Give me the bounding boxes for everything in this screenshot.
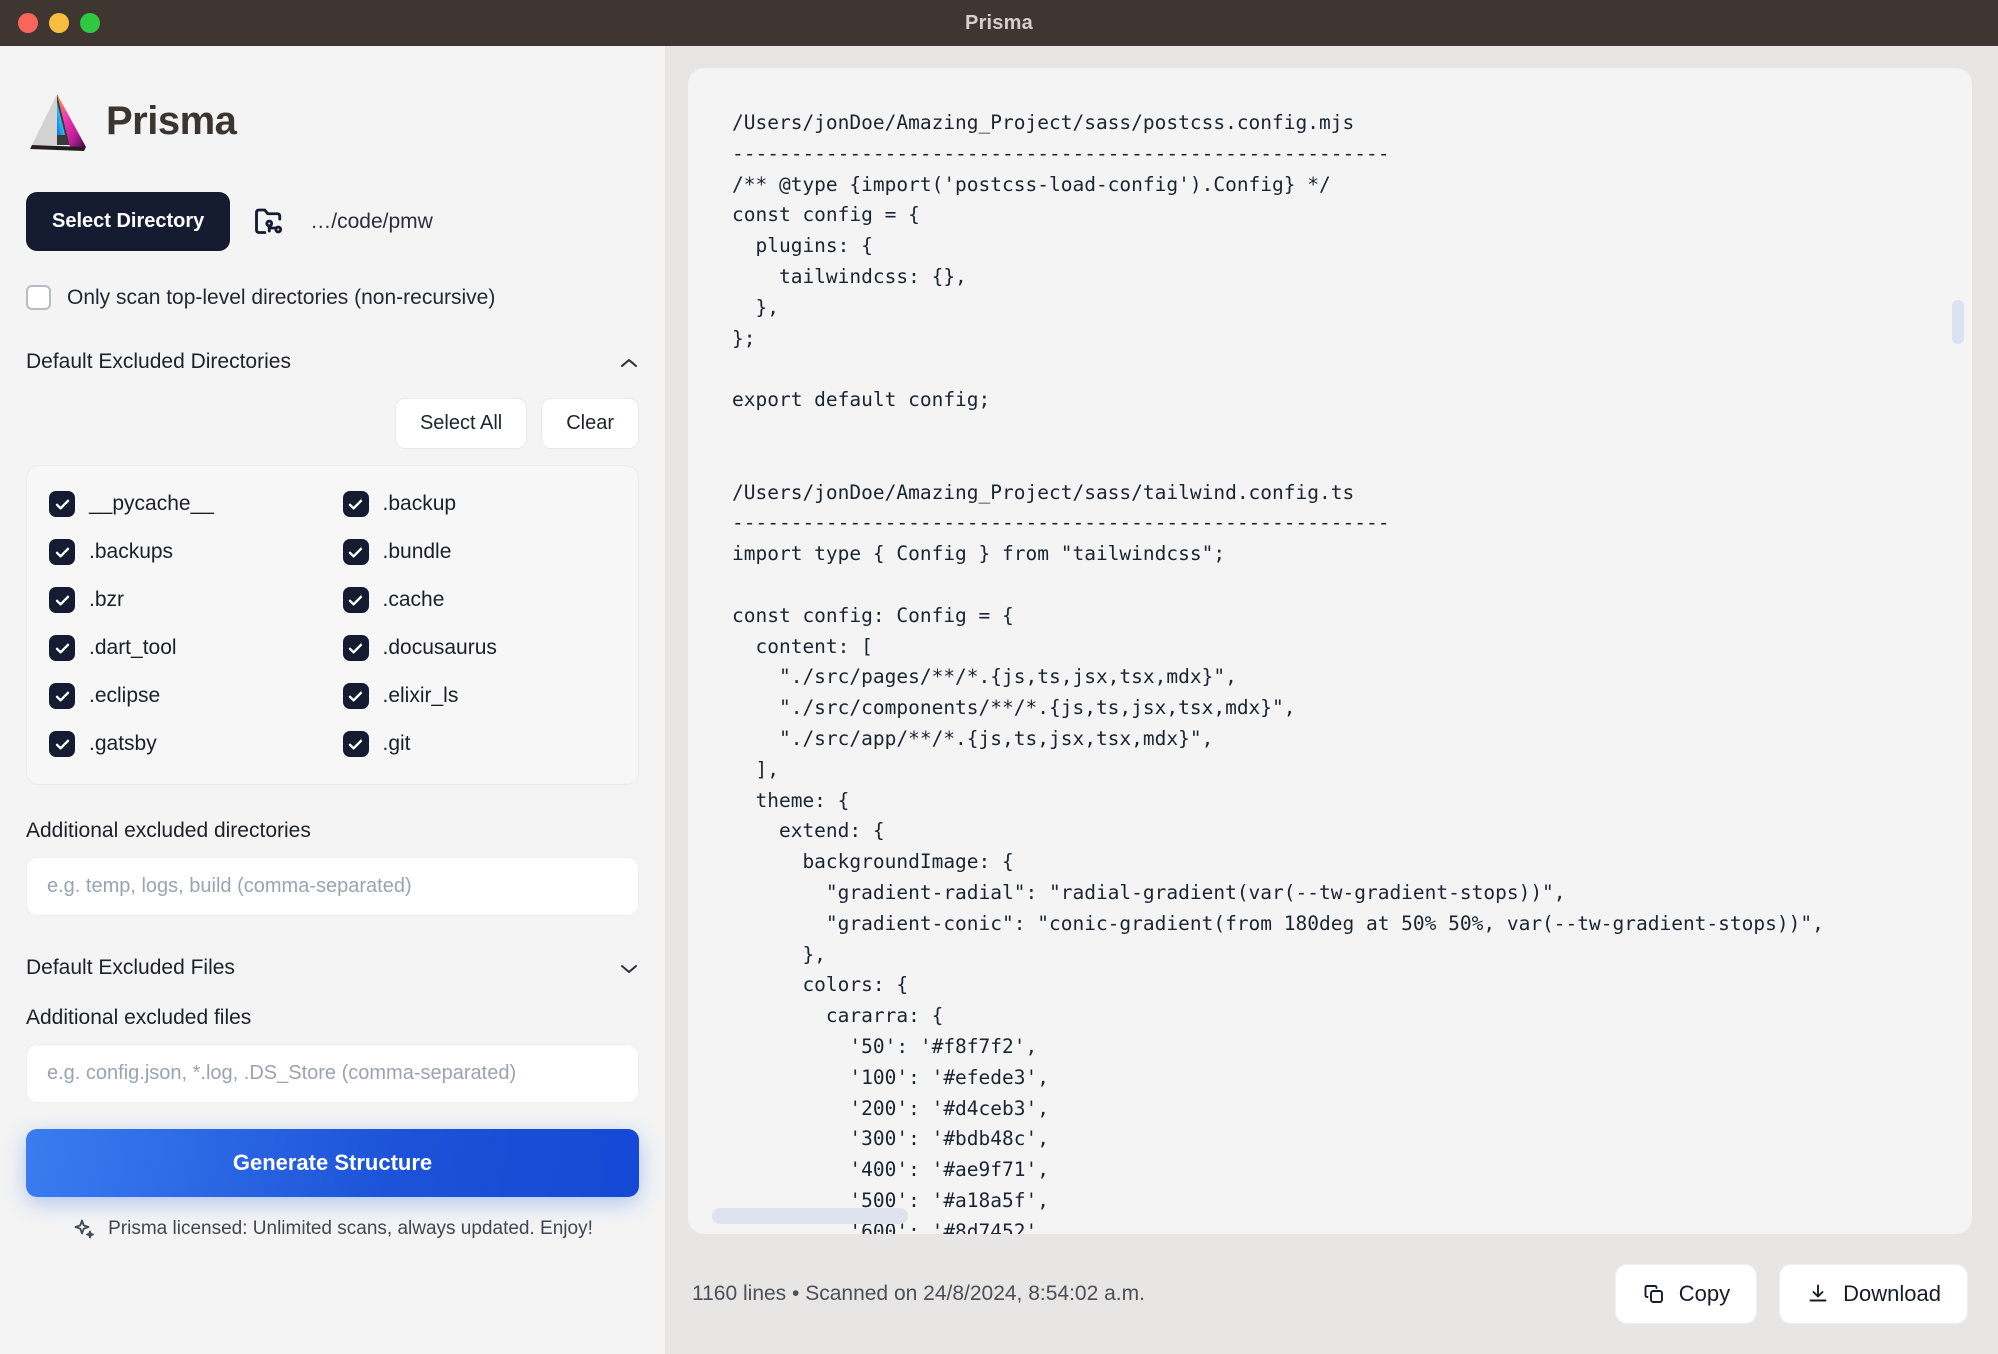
excluded-directory-label: .eclipse (89, 684, 160, 708)
directory-row: Select Directory …/code/pmw (26, 192, 639, 251)
excluded-directory-item[interactable]: .dart_tool (49, 628, 323, 668)
excluded-directories-list: __pycache__ .backup .backups .bundle .bzr .ca… (26, 465, 639, 785)
excluded-directory-checkbox[interactable] (49, 491, 75, 517)
title-bar: Prisma (0, 0, 1998, 46)
output-actions: Copy Download (1615, 1264, 1968, 1324)
copy-button[interactable]: Copy (1615, 1264, 1757, 1324)
excluded-directory-label: .cache (383, 588, 445, 612)
chevron-down-icon[interactable] (619, 962, 639, 974)
code-scroll-region[interactable]: /Users/jonDoe/Amazing_Project/sass/postc… (688, 68, 1972, 1234)
excluded-directories-grid: __pycache__ .backup .backups .bundle .bzr .ca… (49, 484, 616, 764)
excluded-directory-checkbox[interactable] (49, 683, 75, 709)
excluded-directory-checkbox[interactable] (343, 635, 369, 661)
excluded-directory-item[interactable]: .docusaurus (343, 628, 617, 668)
copy-label: Copy (1679, 1281, 1730, 1307)
excluded-directory-item[interactable]: .elixir_ls (343, 676, 617, 716)
excluded-directory-item[interactable]: .gatsby (49, 724, 323, 764)
folder-git-icon (252, 204, 288, 240)
select-directory-button[interactable]: Select Directory (26, 192, 230, 251)
excluded-directory-checkbox[interactable] (343, 491, 369, 517)
download-icon (1806, 1282, 1830, 1306)
excluded-directory-label: .bzr (89, 588, 124, 612)
license-row: Prisma licensed: Unlimited scans, always… (26, 1217, 639, 1241)
excluded-directory-label: .bundle (383, 540, 452, 564)
excluded-directory-checkbox[interactable] (49, 587, 75, 613)
excluded-directory-item[interactable]: .cache (343, 580, 617, 620)
excluded-directory-item[interactable]: .bundle (343, 532, 617, 572)
vertical-scrollbar-thumb[interactable] (1952, 300, 1964, 344)
excluded-directory-item[interactable]: __pycache__ (49, 484, 323, 524)
excluded-files-title: Default Excluded Files (26, 956, 235, 980)
download-label: Download (1843, 1281, 1941, 1307)
window-title: Prisma (0, 12, 1998, 35)
excluded-directory-checkbox[interactable] (49, 731, 75, 757)
excluded-directory-label: .git (383, 732, 411, 756)
excluded-directory-label: .dart_tool (89, 636, 177, 660)
excluded-directory-checkbox[interactable] (343, 731, 369, 757)
excluded-directories-title: Default Excluded Directories (26, 350, 291, 374)
download-button[interactable]: Download (1779, 1264, 1968, 1324)
code-output-text: /Users/jonDoe/Amazing_Project/sass/postc… (732, 108, 1972, 1234)
top-level-only-checkbox[interactable] (26, 285, 51, 310)
selected-directory-path: …/code/pmw (310, 210, 433, 234)
main-panel: /Users/jonDoe/Amazing_Project/sass/postc… (666, 46, 1998, 1354)
excluded-directory-checkbox[interactable] (49, 635, 75, 661)
sparkle-icon (72, 1217, 96, 1241)
sidebar: Prisma Select Directory …/code/pmw (0, 46, 666, 1354)
prisma-logo-icon (26, 90, 92, 152)
scan-status-text: 1160 lines • Scanned on 24/8/2024, 8:54:… (692, 1282, 1145, 1306)
top-level-only-label: Only scan top-level directories (non-rec… (67, 286, 495, 310)
excluded-directory-label: .backups (89, 540, 173, 564)
additional-files-label: Additional excluded files (26, 1006, 639, 1030)
excluded-directory-checkbox[interactable] (343, 683, 369, 709)
select-all-button[interactable]: Select All (395, 398, 527, 449)
excluded-directory-item[interactable]: .eclipse (49, 676, 323, 716)
horizontal-scrollbar-thumb[interactable] (712, 1208, 908, 1224)
excluded-directory-item[interactable]: .backup (343, 484, 617, 524)
app-body: Prisma Select Directory …/code/pmw (0, 46, 1998, 1354)
excluded-directory-checkbox[interactable] (49, 539, 75, 565)
excluded-directory-label: __pycache__ (89, 492, 214, 516)
additional-directories-input[interactable] (26, 857, 639, 916)
copy-icon (1642, 1282, 1666, 1306)
excluded-directory-item[interactable]: .git (343, 724, 617, 764)
excluded-directory-label: .elixir_ls (383, 684, 459, 708)
license-text: Prisma licensed: Unlimited scans, always… (108, 1218, 593, 1240)
status-bar: 1160 lines • Scanned on 24/8/2024, 8:54:… (688, 1234, 1972, 1354)
horizontal-scrollbar[interactable] (688, 1208, 1972, 1224)
excluded-files-header[interactable]: Default Excluded Files (26, 956, 639, 980)
excluded-directory-item[interactable]: .bzr (49, 580, 323, 620)
excluded-directory-label: .backup (383, 492, 457, 516)
chevron-up-icon[interactable] (619, 356, 639, 368)
excluded-directory-label: .gatsby (89, 732, 157, 756)
excluded-directory-checkbox[interactable] (343, 587, 369, 613)
brand: Prisma (26, 90, 639, 152)
generate-structure-button[interactable]: Generate Structure (26, 1129, 639, 1197)
code-output-card: /Users/jonDoe/Amazing_Project/sass/postc… (688, 68, 1972, 1234)
excluded-directories-header[interactable]: Default Excluded Directories (26, 350, 639, 374)
app-window: Prisma (0, 0, 1998, 1354)
excluded-directories-actions: Select All Clear (26, 398, 639, 449)
top-level-only-row[interactable]: Only scan top-level directories (non-rec… (26, 285, 639, 310)
clear-button[interactable]: Clear (541, 398, 639, 449)
additional-files-input[interactable] (26, 1044, 639, 1103)
additional-directories-label: Additional excluded directories (26, 819, 639, 843)
excluded-directory-label: .docusaurus (383, 636, 497, 660)
excluded-directory-checkbox[interactable] (343, 539, 369, 565)
brand-name: Prisma (106, 99, 236, 144)
excluded-directory-item[interactable]: .backups (49, 532, 323, 572)
